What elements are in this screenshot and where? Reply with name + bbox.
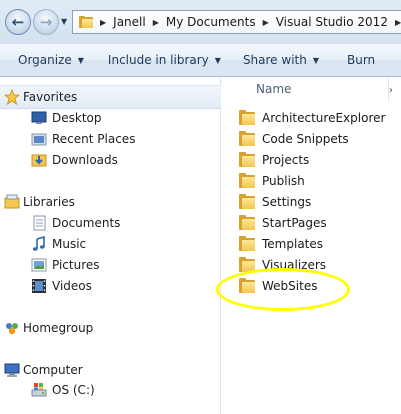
nav-item-recent-places[interactable]: Recent Places (0, 128, 221, 149)
folder-icon (239, 235, 255, 251)
folder-label: ArchitectureExplorer (262, 111, 386, 125)
breadcrumb-chevron-icon[interactable]: ▶ (100, 18, 106, 27)
nav-libraries[interactable]: Libraries (0, 190, 221, 214)
recent-places-icon (31, 133, 47, 146)
organize-label: Organize (18, 53, 72, 67)
folder-item[interactable]: Code Snippets (239, 129, 349, 149)
organize-button[interactable]: Organize ▼ (18, 44, 84, 76)
folder-label: Settings (262, 195, 312, 209)
music-note-icon (32, 236, 45, 251)
share-with-button[interactable]: Share with ▼ (243, 44, 319, 76)
pictures-icon (31, 258, 47, 272)
favorites-star-icon (4, 89, 20, 105)
libraries-icon (4, 194, 20, 209)
include-in-library-label: Include in library (107, 53, 209, 67)
folder-item[interactable]: StartPages (239, 213, 327, 233)
folder-icon (239, 130, 255, 146)
nav-item-videos[interactable]: Videos (0, 275, 221, 296)
videos-filmstrip-icon (32, 279, 46, 293)
forward-arrow-icon: → (39, 13, 53, 31)
folder-label: StartPages (262, 216, 327, 230)
nav-favorites-label: Favorites (23, 90, 78, 104)
folder-icon (239, 109, 255, 125)
include-in-library-button[interactable]: Include in library ▼ (108, 44, 221, 76)
folder-icon (239, 151, 255, 167)
address-area: ← → ▼ ▶ Janell ▶ My Documents ▶ Visual S… (0, 0, 401, 44)
folder-label: Publish (262, 174, 305, 188)
nav-homegroup-label: Homegroup (23, 321, 94, 335)
back-button[interactable]: ← (5, 9, 31, 35)
navigation-pane: Favorites Desktop Recent Places Download… (0, 77, 221, 414)
folder-label: Projects (262, 153, 310, 167)
nav-computer-label: Computer (23, 363, 83, 377)
folder-item[interactable]: Templates (239, 234, 323, 254)
burn-label: Burn (347, 53, 376, 67)
nav-item-music[interactable]: Music (0, 233, 221, 254)
nav-item-label: OS (C:) (52, 382, 95, 397)
chevron-down-icon: ▼ (312, 55, 319, 65)
chevron-down-icon: ▼ (77, 55, 84, 65)
breadcrumb-janell[interactable]: Janell (113, 15, 146, 29)
nav-libraries-label: Libraries (23, 195, 75, 209)
folder-item[interactable]: Projects (239, 150, 309, 170)
highlight-ellipse (216, 268, 350, 311)
computer-icon (4, 363, 20, 377)
breadcrumb-my-documents[interactable]: My Documents (166, 15, 256, 29)
burn-button[interactable]: Burn (347, 44, 375, 76)
nav-item-os-drive[interactable]: OS (C:) (0, 379, 221, 400)
folder-item[interactable]: Publish (239, 171, 305, 191)
nav-item-documents[interactable]: Documents (0, 212, 221, 233)
nav-item-label: Desktop (52, 110, 102, 125)
nav-favorites[interactable]: Favorites (0, 85, 221, 109)
desktop-icon (31, 111, 47, 124)
folder-icon (239, 193, 255, 209)
breadcrumb-chevron-icon[interactable]: ▶ (263, 18, 269, 27)
column-header-name[interactable]: Name (256, 82, 291, 96)
command-bar: Organize ▼ Include in library ▼ Share wi… (0, 44, 401, 77)
documents-icon (33, 215, 46, 231)
nav-item-pictures[interactable]: Pictures (0, 254, 221, 275)
nav-item-label: Pictures (52, 257, 100, 272)
breadcrumb-chevron-icon[interactable]: ▶ (153, 18, 159, 27)
folder-icon (239, 214, 255, 230)
folder-item[interactable]: ArchitectureExplorer (239, 108, 385, 128)
forward-button[interactable]: → (33, 9, 59, 35)
breadcrumb-visual-studio-2012[interactable]: Visual Studio 2012 (276, 15, 388, 29)
drive-icon (31, 383, 47, 397)
folder-item[interactable]: Settings (239, 192, 311, 212)
nav-item-label: Documents (52, 215, 121, 230)
nav-item-desktop[interactable]: Desktop (0, 107, 221, 128)
nav-homegroup[interactable]: Homegroup (0, 316, 221, 340)
address-bar[interactable]: ▶ Janell ▶ My Documents ▶ Visual Studio … (72, 10, 401, 34)
nav-item-label: Downloads (52, 152, 118, 167)
back-arrow-icon: ← (11, 13, 25, 31)
breadcrumb-chevron-icon[interactable]: ▶ (395, 18, 401, 27)
folder-label: Code Snippets (262, 132, 349, 146)
folder-icon (239, 172, 255, 188)
homegroup-icon (6, 323, 18, 335)
nav-item-label: Recent Places (52, 131, 136, 146)
folder-label: Templates (262, 237, 324, 251)
nav-item-label: Videos (52, 278, 92, 293)
column-scroll-icon[interactable]: › (389, 85, 393, 96)
chevron-down-icon: ▼ (214, 55, 221, 65)
share-with-label: Share with (242, 53, 307, 67)
nav-item-label: Music (52, 236, 87, 251)
folder-icon (79, 15, 93, 28)
nav-item-downloads[interactable]: Downloads (0, 149, 221, 170)
downloads-folder-icon (31, 154, 47, 167)
recent-pages-dropdown-icon[interactable]: ▼ (61, 17, 67, 26)
